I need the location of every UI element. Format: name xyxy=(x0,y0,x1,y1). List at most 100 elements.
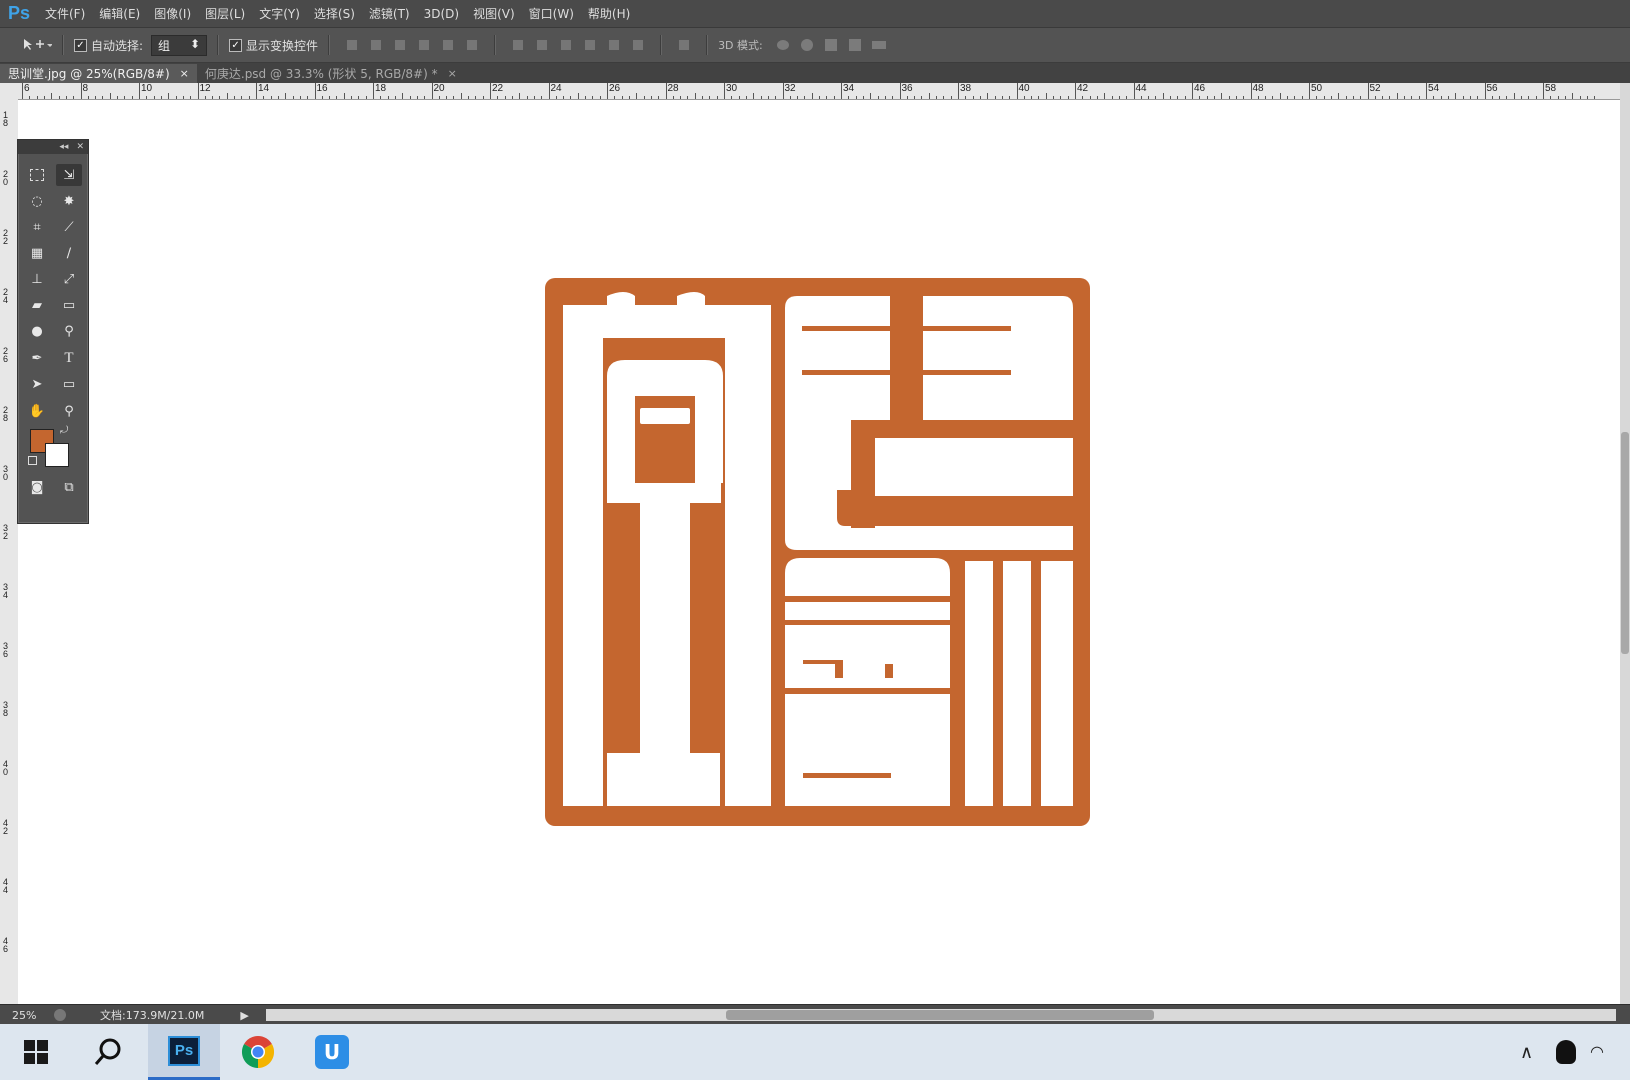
ruler-tick xyxy=(87,96,89,99)
swap-colors-icon[interactable]: ⤾ xyxy=(60,425,68,436)
qq-tray-icon[interactable] xyxy=(1556,1040,1576,1064)
tab-close-button[interactable]: × xyxy=(448,67,457,80)
close-icon[interactable]: ✕ xyxy=(76,142,84,152)
search-button[interactable] xyxy=(72,1024,144,1080)
screen-mode-button[interactable]: ⧉ xyxy=(56,476,82,498)
zoom-level[interactable]: 25% xyxy=(12,1009,54,1022)
stamp-tool[interactable]: ⊥ xyxy=(24,268,50,290)
windows-taskbar: Ps U ∧ ◠ xyxy=(0,1024,1630,1080)
horizontal-ruler[interactable]: 6 8 10 12 14 16 18 20 22 24 26 28 30 32 34 36 38 40 42 44 46… xyxy=(18,83,1620,100)
status-info-icon[interactable] xyxy=(54,1009,66,1021)
ruler-tick xyxy=(1367,83,1369,99)
vertical-scroll-thumb[interactable] xyxy=(1621,432,1629,654)
tab-document-1[interactable]: 思训堂.jpg @ 25%(RGB/8#) × xyxy=(0,64,197,83)
menu-view[interactable]: 视图(V) xyxy=(466,5,522,22)
status-menu-arrow-icon[interactable]: ▶ xyxy=(240,1009,248,1022)
horizontal-scroll-thumb[interactable] xyxy=(726,1010,1154,1020)
tab-close-button[interactable]: × xyxy=(180,67,189,80)
distribute-left-icon[interactable] xyxy=(582,38,598,52)
start-button[interactable] xyxy=(0,1024,72,1080)
align-right-icon[interactable] xyxy=(464,38,480,52)
hand-tool[interactable]: ✋ xyxy=(24,400,50,422)
menu-3d[interactable]: 3D(D) xyxy=(417,7,466,21)
menu-edit[interactable]: 编辑(E) xyxy=(92,5,147,22)
ruler-tick xyxy=(972,96,974,99)
lasso-tool[interactable]: ◌ xyxy=(24,190,50,212)
ruler-tick xyxy=(234,96,235,99)
menu-file[interactable]: 文件(F) xyxy=(38,5,92,22)
ruler-tick xyxy=(482,96,484,99)
gradient-tool[interactable]: ▭ xyxy=(56,294,82,316)
auto-select-checkbox[interactable]: ✓ 自动选择: xyxy=(74,37,143,54)
align-vcenter-icon[interactable] xyxy=(368,38,384,52)
menu-help[interactable]: 帮助(H) xyxy=(581,5,637,22)
move-tool[interactable]: ⇲ xyxy=(56,164,82,186)
eyedropper-tool[interactable]: ⟋ xyxy=(56,216,82,238)
menu-image[interactable]: 图像(I) xyxy=(147,5,198,22)
taskbar-chrome[interactable] xyxy=(222,1024,294,1080)
show-transform-checkbox[interactable]: ✓ 显示变换控件 xyxy=(229,37,318,54)
brush-tool[interactable]: ∕ xyxy=(56,242,82,264)
crop-tool[interactable]: ⌗ xyxy=(24,216,50,238)
menu-select[interactable]: 选择(S) xyxy=(307,5,362,22)
dodge-tool[interactable]: ⚲ xyxy=(56,320,82,342)
auto-align-icon[interactable] xyxy=(676,38,692,52)
ruler-tick xyxy=(1089,96,1091,99)
ruler-tick xyxy=(1162,93,1164,99)
3d-roll-icon[interactable] xyxy=(799,38,815,52)
magic-wand-tool[interactable]: ✸ xyxy=(56,190,82,212)
wifi-icon[interactable]: ◠ xyxy=(1590,1042,1604,1061)
photoshop-icon: Ps xyxy=(168,1035,200,1066)
ruler-tick xyxy=(102,96,104,99)
ruler-tick xyxy=(1506,96,1508,99)
background-color-swatch[interactable] xyxy=(45,443,69,467)
distribute-top-icon[interactable] xyxy=(510,38,526,52)
healing-tool[interactable]: ▦ xyxy=(24,242,50,264)
ruler-tick xyxy=(1243,96,1245,99)
shape-tool[interactable]: ▭ xyxy=(56,373,82,395)
move-tool-preset[interactable] xyxy=(22,38,52,52)
type-tool[interactable]: T xyxy=(56,347,82,369)
menu-layer[interactable]: 图层(L) xyxy=(198,5,252,22)
ruler-origin[interactable] xyxy=(0,83,19,100)
align-top-icon[interactable] xyxy=(344,38,360,52)
3d-scale-icon[interactable] xyxy=(871,38,887,52)
3d-slide-icon[interactable] xyxy=(847,38,863,52)
pen-tool[interactable]: ✒ xyxy=(24,347,50,369)
ruler-tick xyxy=(841,83,842,99)
eraser-tool[interactable]: ▰ xyxy=(24,294,50,316)
tab-document-2[interactable]: 何庚达.psd @ 33.3% (形状 5, RGB/8#) * × xyxy=(197,64,465,83)
distribute-bottom-icon[interactable] xyxy=(558,38,574,52)
tray-show-hidden-icon[interactable]: ∧ xyxy=(1520,1042,1533,1063)
ruler-tick xyxy=(1564,96,1566,99)
horizontal-scrollbar[interactable] xyxy=(266,1009,1616,1021)
menu-type[interactable]: 文字(Y) xyxy=(252,5,307,22)
collapse-icon[interactable]: ◂◂ xyxy=(59,142,68,152)
taskbar-app-u[interactable]: U xyxy=(296,1024,368,1080)
ruler-tick xyxy=(1067,96,1069,99)
distribute-vcenter-icon[interactable] xyxy=(534,38,550,52)
align-bottom-icon[interactable] xyxy=(392,38,408,52)
zoom-tool[interactable]: ⚲ xyxy=(56,400,82,422)
menu-filter[interactable]: 滤镜(T) xyxy=(362,5,417,22)
separator xyxy=(494,35,497,55)
auto-select-dropdown[interactable]: 组 ⬍ xyxy=(151,34,208,56)
blur-tool[interactable]: ● xyxy=(24,320,50,342)
taskbar-photoshop[interactable]: Ps xyxy=(148,1024,220,1080)
ruler-tick xyxy=(58,96,60,99)
ruler-tick xyxy=(1235,96,1237,99)
quick-mask-button[interactable]: ◙ xyxy=(24,476,50,498)
default-colors-icon[interactable] xyxy=(28,456,37,465)
3d-pan-icon[interactable] xyxy=(823,38,839,52)
distribute-right-icon[interactable] xyxy=(630,38,646,52)
menu-window[interactable]: 窗口(W) xyxy=(522,5,581,22)
align-hcenter-icon[interactable] xyxy=(440,38,456,52)
3d-rotate-icon[interactable] xyxy=(775,38,791,52)
ruler-tick xyxy=(402,93,404,99)
distribute-hcenter-icon[interactable] xyxy=(606,38,622,52)
tools-panel-header[interactable]: ◂◂ ✕ xyxy=(18,140,88,154)
path-selection-tool[interactable]: ➤ xyxy=(24,373,50,395)
marquee-tool[interactable] xyxy=(24,164,50,186)
history-brush-tool[interactable]: ⤢ xyxy=(56,268,82,290)
align-left-icon[interactable] xyxy=(416,38,432,52)
